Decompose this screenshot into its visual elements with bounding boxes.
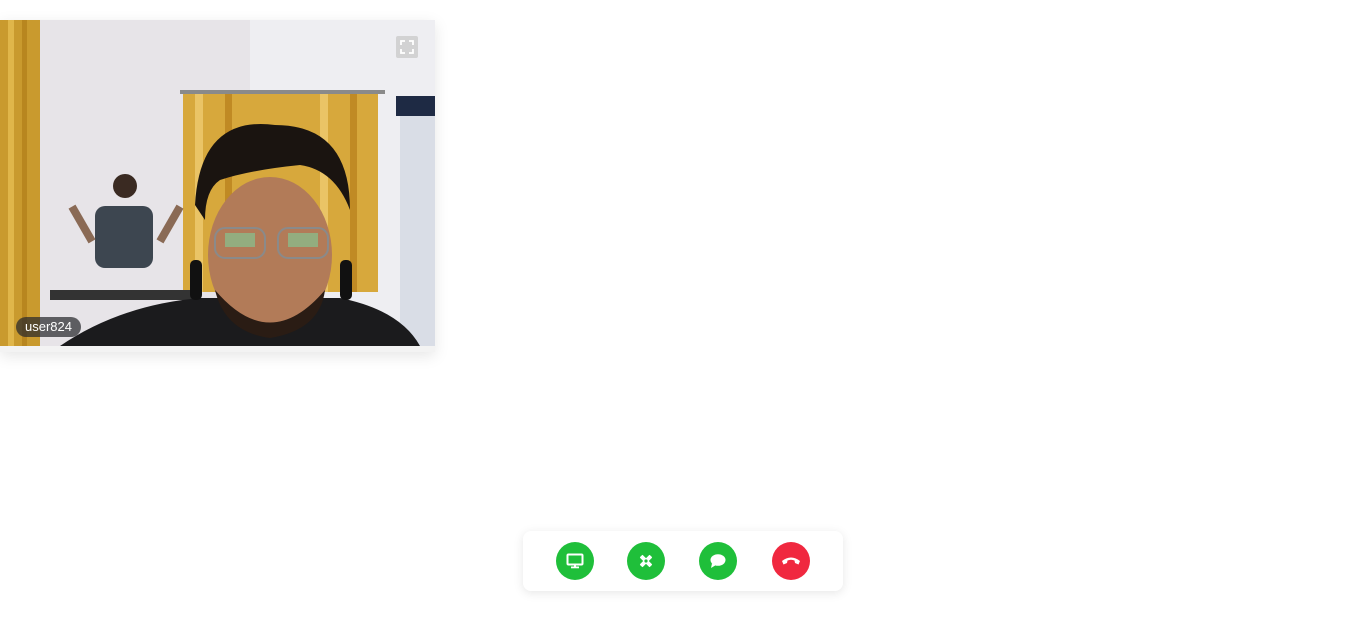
participant-video-tile[interactable]: user824 xyxy=(0,20,435,352)
chat-button[interactable] xyxy=(699,542,737,580)
share-screen-button[interactable] xyxy=(556,542,594,580)
expand-icon xyxy=(400,40,414,54)
pencil-ruler-icon xyxy=(639,554,653,568)
whiteboard-button[interactable] xyxy=(627,542,665,580)
participant-name-tag: user824 xyxy=(16,317,81,337)
monitor-icon xyxy=(566,553,584,569)
fullscreen-button[interactable] xyxy=(396,36,418,58)
phone-hangup-icon xyxy=(782,557,800,565)
chat-bubble-icon xyxy=(710,554,726,568)
video-stream xyxy=(0,20,435,346)
call-control-bar xyxy=(523,531,843,591)
end-call-button[interactable] xyxy=(772,542,810,580)
